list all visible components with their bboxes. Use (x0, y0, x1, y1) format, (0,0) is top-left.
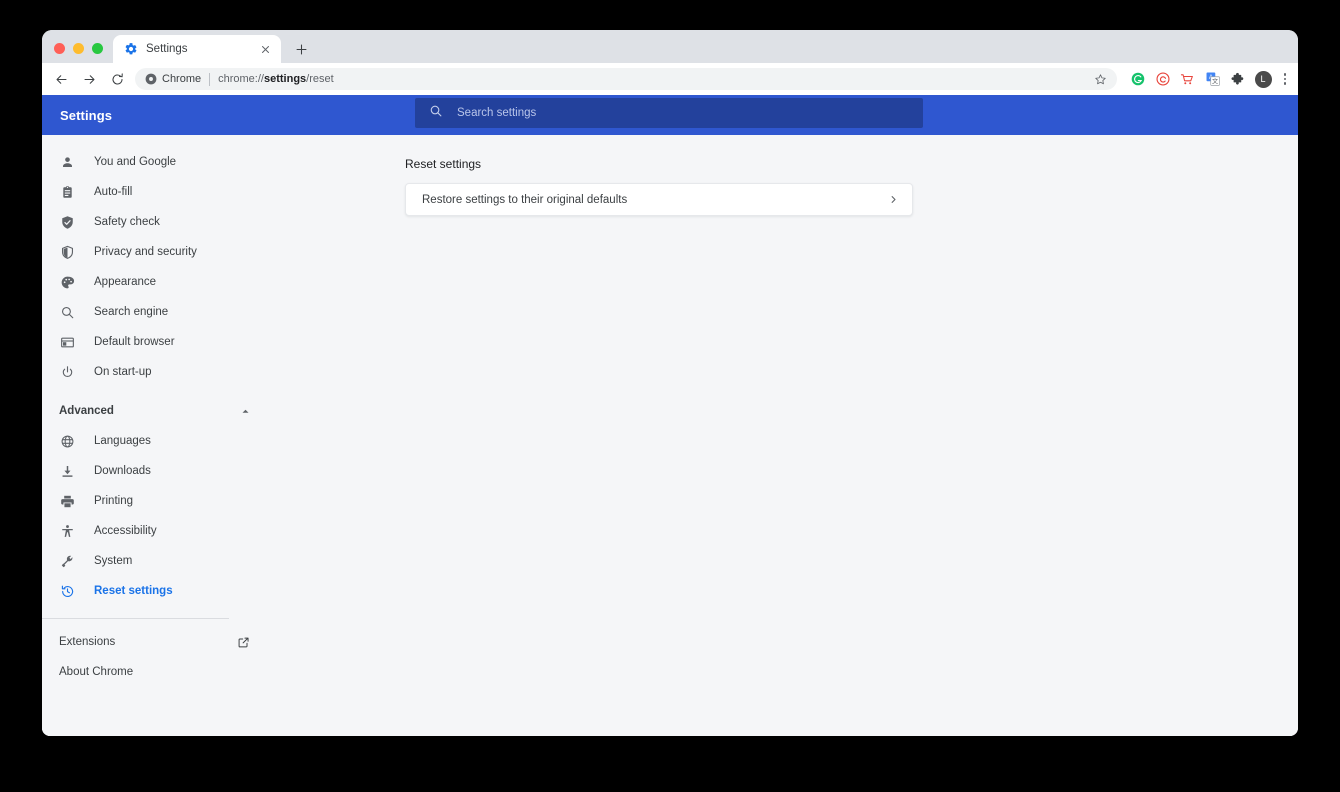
sidebar-item-privacy-and-security[interactable]: Privacy and security (42, 237, 274, 267)
sidebar-item-label: Downloads (94, 465, 151, 477)
back-arrow-icon[interactable] (48, 66, 74, 92)
three-dot-menu-icon[interactable] (1281, 73, 1290, 85)
extensions-label: Extensions (59, 636, 116, 648)
chevron-up-icon (241, 407, 250, 416)
sidebar-item-label: Search engine (94, 306, 169, 318)
maximize-window-button[interactable] (92, 43, 103, 54)
close-icon[interactable] (258, 42, 273, 57)
search-icon (429, 104, 443, 123)
sidebar-item-label: Reset settings (94, 585, 173, 597)
magnifier-icon (59, 304, 76, 321)
section-title: Reset settings (405, 157, 482, 171)
wrench-icon (59, 553, 76, 570)
close-window-button[interactable] (54, 43, 65, 54)
accessibility-icon (59, 523, 76, 540)
sidebar-item-label: Appearance (94, 276, 157, 288)
about-chrome-label: About Chrome (59, 666, 134, 678)
restore-history-icon (59, 583, 76, 600)
person-icon (59, 154, 76, 171)
sidebar-item-default-browser[interactable]: Default browser (42, 327, 274, 357)
spiral-extension-icon[interactable] (1155, 71, 1171, 87)
sidebar-divider (42, 618, 229, 619)
shield-check-icon (59, 214, 76, 231)
browser-window-icon (59, 334, 76, 351)
sidebar-item-appearance[interactable]: Appearance (42, 267, 274, 297)
sidebar-item-label: Auto-fill (94, 186, 133, 198)
sidebar-item-label: On start-up (94, 366, 152, 378)
sidebar-item-auto-fill[interactable]: Auto-fill (42, 177, 274, 207)
tab-strip: Settings (42, 30, 1298, 63)
sidebar-item-system[interactable]: System (42, 546, 274, 576)
sidebar-item-printing[interactable]: Printing (42, 486, 274, 516)
address-bar[interactable]: Chrome chrome://settings/reset (135, 68, 1117, 90)
search-input[interactable]: Search settings (415, 98, 923, 128)
sidebar-item-label: Languages (94, 435, 151, 447)
sidebar-item-accessibility[interactable]: Accessibility (42, 516, 274, 546)
settings-header: Settings Search settings (42, 95, 1298, 135)
shield-outline-icon (59, 244, 76, 261)
download-icon (59, 463, 76, 480)
restore-defaults-row[interactable]: Restore settings to their original defau… (405, 183, 913, 216)
sidebar-item-languages[interactable]: Languages (42, 426, 274, 456)
svg-text:文: 文 (1212, 77, 1218, 85)
sidebar-item-label: You and Google (94, 156, 177, 168)
omnibox-url: chrome://settings/reset (218, 73, 334, 85)
clipboard-icon (59, 184, 76, 201)
restore-defaults-label: Restore settings to their original defau… (422, 193, 628, 206)
advanced-label: Advanced (59, 405, 114, 417)
avatar[interactable]: L (1254, 70, 1272, 88)
google-translate-extension-icon[interactable]: A 文 (1205, 71, 1221, 87)
sidebar-item-label: Default browser (94, 336, 175, 348)
omnibox-divider (209, 72, 211, 86)
sidebar-item-label: System (94, 555, 133, 567)
shopping-cart-extension-icon[interactable] (1180, 71, 1196, 87)
tab-settings[interactable]: Settings (113, 35, 281, 63)
url-suffix: /reset (306, 73, 334, 85)
settings-main-content: Reset settings Restore settings to their… (274, 135, 1298, 736)
sidebar-item-label: Safety check (94, 216, 160, 228)
sidebar-item-on-start-up[interactable]: On start-up (42, 357, 274, 387)
extension-icons: A 文 L (1124, 70, 1290, 88)
search-placeholder: Search settings (457, 107, 537, 119)
grammarly-extension-icon[interactable] (1130, 71, 1146, 87)
sidebar-advanced-toggle[interactable]: Advanced (42, 396, 274, 426)
gear-icon (124, 42, 138, 56)
page-title: Settings (60, 107, 113, 123)
chevron-right-icon (889, 195, 898, 204)
browser-toolbar: Chrome chrome://settings/reset 文 L (42, 63, 1298, 95)
power-icon (59, 364, 76, 381)
external-link-icon (237, 636, 250, 649)
url-bold-segment: settings (263, 73, 307, 85)
sidebar-item-about-chrome[interactable]: About Chrome (42, 657, 274, 687)
sidebar-item-label: Accessibility (94, 525, 157, 537)
printer-icon (59, 493, 76, 510)
chrome-logo-icon: Chrome (145, 73, 201, 85)
sidebar-item-extensions[interactable]: Extensions (42, 627, 274, 657)
sidebar-item-search-engine[interactable]: Search engine (42, 297, 274, 327)
window-controls (50, 43, 113, 63)
browser-window: Settings Chrome chrome://settings/reset … (42, 30, 1298, 736)
reload-icon[interactable] (104, 66, 130, 92)
sidebar-item-reset-settings[interactable]: Reset settings (42, 576, 274, 606)
minimize-window-button[interactable] (73, 43, 84, 54)
sidebar-item-you-and-google[interactable]: You and Google (42, 147, 274, 177)
sidebar-item-safety-check[interactable]: Safety check (42, 207, 274, 237)
url-prefix: chrome:// (218, 73, 264, 85)
palette-icon (59, 274, 76, 291)
settings-body: You and Google Auto-fill Safety check Pr… (42, 135, 1298, 736)
bookmark-star-icon[interactable] (1094, 73, 1107, 86)
omnibox-chip-label: Chrome (162, 73, 202, 85)
sidebar-item-label: Printing (94, 495, 133, 507)
new-tab-button[interactable] (288, 36, 314, 62)
sidebar-item-label: Privacy and security (94, 246, 197, 258)
globe-icon (59, 433, 76, 450)
settings-sidebar: You and Google Auto-fill Safety check Pr… (42, 135, 274, 736)
puzzle-extensions-icon[interactable] (1230, 71, 1246, 87)
tab-title: Settings (146, 43, 188, 55)
desktop-background: Settings Chrome chrome://settings/reset … (0, 0, 1340, 792)
forward-arrow-icon[interactable] (76, 66, 102, 92)
sidebar-item-downloads[interactable]: Downloads (42, 456, 274, 486)
